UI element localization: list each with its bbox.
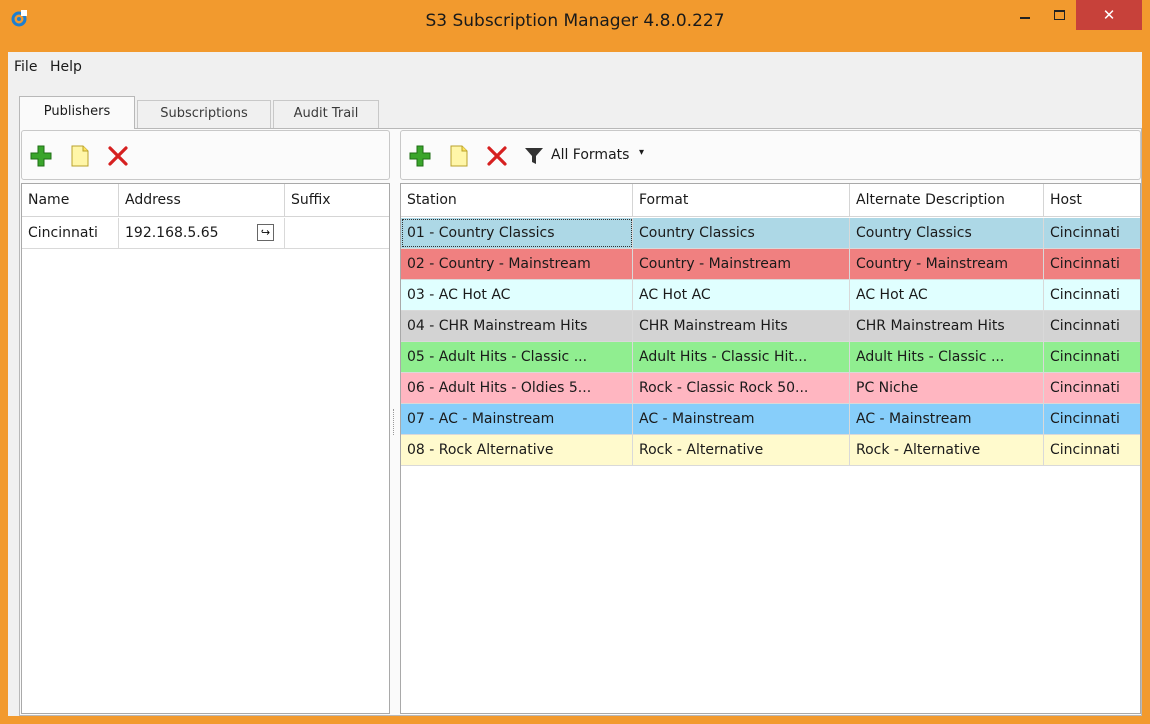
host-cell[interactable]: Cincinnati bbox=[1044, 311, 1140, 341]
minimize-button[interactable] bbox=[1008, 0, 1042, 30]
format-cell[interactable]: Country - Mainstream bbox=[633, 249, 850, 279]
station-cell[interactable]: 06 - Adult Hits - Oldies 5... bbox=[401, 373, 633, 403]
tab-audit-trail[interactable]: Audit Trail bbox=[273, 100, 379, 128]
alternate-description-cell[interactable]: CHR Mainstream Hits bbox=[850, 311, 1044, 341]
host-cell[interactable]: Cincinnati bbox=[1044, 249, 1140, 279]
add-icon bbox=[409, 145, 431, 167]
publishers-toolbar bbox=[21, 130, 390, 180]
chevron-down-icon[interactable]: ▾ bbox=[639, 147, 644, 158]
formats-toolbar: All Formats ▾ bbox=[400, 130, 1141, 180]
edit-publisher-button[interactable] bbox=[68, 144, 92, 168]
host-cell[interactable]: Cincinnati bbox=[1044, 373, 1140, 403]
table-row[interactable]: 07 - AC - Mainstream AC - Mainstream AC - … bbox=[401, 404, 1140, 435]
window-title: S3 Subscription Manager 4.8.0.227 bbox=[425, 11, 725, 31]
host-cell[interactable]: Cincinnati bbox=[1044, 218, 1140, 248]
host-cell[interactable]: Cincinnati bbox=[1044, 280, 1140, 310]
table-row[interactable]: 08 - Rock Alternative Rock - Alternative R… bbox=[401, 435, 1140, 466]
publisher-suffix-cell[interactable] bbox=[285, 218, 389, 248]
title-bar[interactable]: S3 Subscription Manager 4.8.0.227 ✕ bbox=[0, 0, 1150, 52]
format-cell[interactable]: Country Classics bbox=[633, 218, 850, 248]
column-header-format[interactable]: Format bbox=[633, 184, 850, 217]
add-icon bbox=[30, 145, 52, 167]
column-header-name[interactable]: Name bbox=[22, 184, 119, 217]
column-header-suffix[interactable]: Suffix bbox=[285, 184, 389, 217]
host-cell[interactable]: Cincinnati bbox=[1044, 342, 1140, 372]
column-header-station[interactable]: Station bbox=[401, 184, 633, 217]
format-cell[interactable]: Rock - Alternative bbox=[633, 435, 850, 465]
alternate-description-cell[interactable]: Rock - Alternative bbox=[850, 435, 1044, 465]
station-cell[interactable]: 04 - CHR Mainstream Hits bbox=[401, 311, 633, 341]
delete-icon bbox=[108, 146, 128, 166]
format-cell[interactable]: AC Hot AC bbox=[633, 280, 850, 310]
station-cell[interactable]: 02 - Country - Mainstream bbox=[401, 249, 633, 279]
pane-splitter[interactable] bbox=[393, 409, 396, 435]
station-cell[interactable]: 03 - AC Hot AC bbox=[401, 280, 633, 310]
format-cell[interactable]: Adult Hits - Classic Hit... bbox=[633, 342, 850, 372]
delete-format-button[interactable] bbox=[485, 144, 509, 168]
edit-format-button[interactable] bbox=[447, 144, 471, 168]
station-cell[interactable]: 08 - Rock Alternative bbox=[401, 435, 633, 465]
edit-icon bbox=[71, 145, 89, 167]
table-row[interactable]: 03 - AC Hot AC AC Hot AC AC Hot AC Cincinna… bbox=[401, 280, 1140, 311]
publishers-grid-header: Name Address Suffix bbox=[22, 184, 389, 217]
formats-grid-header: Station Format Alternate Description Hos… bbox=[401, 184, 1140, 217]
publishers-grid: Name Address Suffix Cincinnati 192.168.5… bbox=[21, 183, 390, 714]
menu-help[interactable]: Help bbox=[50, 59, 82, 75]
station-cell[interactable]: 05 - Adult Hits - Classic ... bbox=[401, 342, 633, 372]
column-header-alternate-description[interactable]: Alternate Description bbox=[850, 184, 1044, 217]
address-action-icon[interactable]: ↪ bbox=[257, 224, 274, 241]
close-button[interactable]: ✕ bbox=[1076, 0, 1142, 30]
format-cell[interactable]: AC - Mainstream bbox=[633, 404, 850, 434]
menu-file[interactable]: File bbox=[14, 59, 37, 75]
table-row[interactable]: 05 - Adult Hits - Classic ... Adult Hits … bbox=[401, 342, 1140, 373]
alternate-description-cell[interactable]: AC Hot AC bbox=[850, 280, 1044, 310]
station-cell[interactable]: 01 - Country Classics bbox=[401, 218, 633, 248]
tab-subscriptions[interactable]: Subscriptions bbox=[137, 100, 271, 128]
alternate-description-cell[interactable]: Country Classics bbox=[850, 218, 1044, 248]
alternate-description-cell[interactable]: Adult Hits - Classic ... bbox=[850, 342, 1044, 372]
filter-icon bbox=[525, 148, 543, 164]
host-cell[interactable]: Cincinnati bbox=[1044, 435, 1140, 465]
publisher-address-text: 192.168.5.65 bbox=[125, 225, 219, 241]
edit-icon bbox=[450, 145, 468, 167]
table-row[interactable]: 06 - Adult Hits - Oldies 5... Rock - Clas… bbox=[401, 373, 1140, 404]
alternate-description-cell[interactable]: Country - Mainstream bbox=[850, 249, 1044, 279]
alternate-description-cell[interactable]: PC Niche bbox=[850, 373, 1044, 403]
delete-publisher-button[interactable] bbox=[106, 144, 130, 168]
publisher-name-cell[interactable]: Cincinnati bbox=[22, 218, 119, 248]
menu-bar: File Help bbox=[8, 52, 1142, 86]
close-icon: ✕ bbox=[1102, 6, 1116, 24]
maximize-button[interactable] bbox=[1042, 0, 1076, 30]
publishers-tab-panel: Name Address Suffix Cincinnati 192.168.5… bbox=[19, 128, 1142, 716]
column-header-address[interactable]: Address bbox=[119, 184, 285, 217]
formats-pane: All Formats ▾ Station Format Alternate D… bbox=[400, 130, 1141, 714]
column-header-host[interactable]: Host bbox=[1044, 184, 1140, 217]
add-publisher-button[interactable] bbox=[29, 144, 53, 168]
publisher-address-cell[interactable]: 192.168.5.65 ↪ bbox=[119, 218, 285, 248]
table-row[interactable]: Cincinnati 192.168.5.65 ↪ bbox=[22, 218, 389, 249]
host-cell[interactable]: Cincinnati bbox=[1044, 404, 1140, 434]
tab-publishers[interactable]: Publishers bbox=[19, 96, 135, 129]
app-window: S3 Subscription Manager 4.8.0.227 ✕ File… bbox=[0, 0, 1150, 724]
station-cell[interactable]: 07 - AC - Mainstream bbox=[401, 404, 633, 434]
format-filter-dropdown[interactable]: All Formats bbox=[551, 147, 629, 163]
delete-icon bbox=[487, 146, 507, 166]
table-row[interactable]: 01 - Country Classics Country Classics Cou… bbox=[401, 218, 1140, 249]
publishers-pane: Name Address Suffix Cincinnati 192.168.5… bbox=[21, 130, 390, 714]
format-cell[interactable]: Rock - Classic Rock 50... bbox=[633, 373, 850, 403]
filter-formats-button[interactable] bbox=[522, 144, 546, 168]
table-row[interactable]: 04 - CHR Mainstream Hits CHR Mainstream H… bbox=[401, 311, 1140, 342]
format-cell[interactable]: CHR Mainstream Hits bbox=[633, 311, 850, 341]
client-area: File Help Publishers Subscriptions Audit… bbox=[8, 52, 1142, 716]
formats-grid: Station Format Alternate Description Hos… bbox=[400, 183, 1141, 714]
table-row[interactable]: 02 - Country - Mainstream Country - Mains… bbox=[401, 249, 1140, 280]
add-format-button[interactable] bbox=[408, 144, 432, 168]
minimize-icon bbox=[1020, 17, 1030, 19]
alternate-description-cell[interactable]: AC - Mainstream bbox=[850, 404, 1044, 434]
maximize-icon bbox=[1053, 10, 1065, 20]
